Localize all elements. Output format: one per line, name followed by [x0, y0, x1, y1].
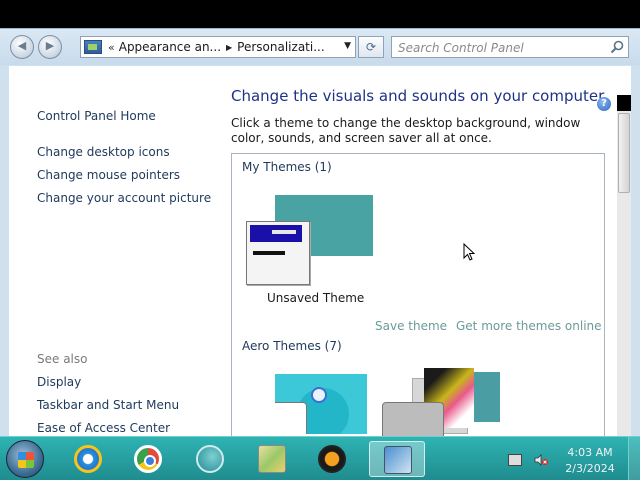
- desktop: ◀ ▶ « Appearance an... ▶ Personalizati..…: [0, 0, 640, 480]
- main-pane: Change the visuals and sounds on your co…: [231, 66, 621, 437]
- see-also-label: See also: [37, 352, 88, 366]
- unsaved-theme-window-preview: [246, 221, 310, 285]
- taskbar-edge[interactable]: [190, 441, 230, 477]
- get-more-themes-link[interactable]: Get more themes online: [456, 319, 602, 333]
- refresh-icon: ⟳: [365, 40, 377, 54]
- breadcrumb-overflow[interactable]: «: [108, 41, 115, 54]
- theme-gallery: My Themes (1) Unsaved Theme Save theme G…: [231, 153, 605, 437]
- chrome-icon: [134, 445, 162, 473]
- control-panel-home-link[interactable]: Control Panel Home: [37, 109, 156, 123]
- change-mouse-pointers-link[interactable]: Change mouse pointers: [37, 168, 180, 182]
- help-icon[interactable]: ?: [597, 97, 611, 111]
- forward-button[interactable]: ▶: [38, 35, 62, 59]
- taskbar-chrome[interactable]: [128, 441, 168, 477]
- taskbar-maps[interactable]: [252, 441, 292, 477]
- aero-theme-tile-windows[interactable]: [275, 374, 367, 434]
- refresh-button[interactable]: ⟳: [358, 36, 384, 58]
- aero-themes-heading: Aero Themes (7): [242, 339, 342, 353]
- unsaved-theme-label: Unsaved Theme: [267, 291, 365, 305]
- forward-arrow-icon: ▶: [45, 39, 55, 52]
- address-bar[interactable]: « Appearance an... ▶ Personalizati... ▼: [80, 36, 356, 58]
- map-icon: [258, 445, 286, 473]
- media-player-icon: [318, 445, 346, 473]
- mouse-pointer-icon: [463, 243, 475, 261]
- control-panel-icon: [84, 40, 102, 54]
- content-area: Control Panel Home Change desktop icons …: [9, 66, 631, 437]
- search-icon[interactable]: [610, 40, 624, 54]
- volume-muted-icon[interactable]: [534, 454, 548, 466]
- breadcrumb-personalization[interactable]: Personalizati...: [237, 40, 324, 54]
- control-panel-icon: [384, 446, 412, 474]
- taskbar-internet-explorer[interactable]: [68, 441, 108, 477]
- back-button[interactable]: ◀: [10, 35, 34, 59]
- vertical-scrollbar[interactable]: [617, 95, 631, 453]
- ease-of-access-link[interactable]: Ease of Access Center: [37, 421, 170, 435]
- taskbar-media-player[interactable]: [312, 441, 352, 477]
- theme-window-preview: [382, 402, 444, 437]
- theme-logo: [311, 387, 327, 403]
- scroll-up-button[interactable]: [617, 95, 631, 111]
- page-title: Change the visuals and sounds on your co…: [231, 87, 605, 105]
- taskbar-start-menu-link[interactable]: Taskbar and Start Menu: [37, 398, 179, 412]
- clock-time: 4:03 AM: [567, 446, 613, 459]
- show-desktop-button[interactable]: [628, 437, 640, 480]
- start-button[interactable]: [6, 440, 44, 478]
- save-theme-link[interactable]: Save theme: [375, 319, 447, 333]
- internet-explorer-icon: [74, 445, 102, 473]
- task-pane: Control Panel Home Change desktop icons …: [9, 66, 211, 437]
- search-input[interactable]: [392, 38, 602, 58]
- clock-date: 2/3/2024: [565, 462, 615, 475]
- taskbar: 4:03 AM 2/3/2024: [0, 436, 640, 480]
- breadcrumb-appearance[interactable]: Appearance an...: [119, 40, 221, 54]
- back-arrow-icon: ◀: [17, 39, 27, 52]
- breadcrumb-arrow-icon[interactable]: ▶: [226, 43, 232, 52]
- scroll-thumb[interactable]: [618, 113, 630, 193]
- change-desktop-icons-link[interactable]: Change desktop icons: [37, 145, 170, 159]
- control-panel-window: ◀ ▶ « Appearance an... ▶ Personalizati..…: [0, 28, 640, 453]
- network-icon[interactable]: [508, 454, 522, 466]
- display-link[interactable]: Display: [37, 375, 81, 389]
- taskbar-control-panel[interactable]: [369, 441, 425, 477]
- preview-text-line: [253, 251, 285, 255]
- page-description: Click a theme to change the desktop back…: [231, 116, 581, 145]
- edge-icon: [196, 445, 224, 473]
- system-clock[interactable]: 4:03 AM 2/3/2024: [560, 445, 620, 477]
- address-dropdown-icon[interactable]: ▼: [344, 41, 351, 51]
- my-themes-heading: My Themes (1): [242, 160, 332, 174]
- theme-window-preview: [275, 402, 307, 434]
- search-box[interactable]: [391, 36, 629, 58]
- change-account-picture-link[interactable]: Change your account picture: [37, 191, 211, 205]
- navigation-bar: ◀ ▶ « Appearance an... ▶ Personalizati..…: [0, 29, 640, 65]
- preview-titlebar: [250, 225, 302, 242]
- aero-theme-tile-architecture[interactable]: [382, 368, 500, 437]
